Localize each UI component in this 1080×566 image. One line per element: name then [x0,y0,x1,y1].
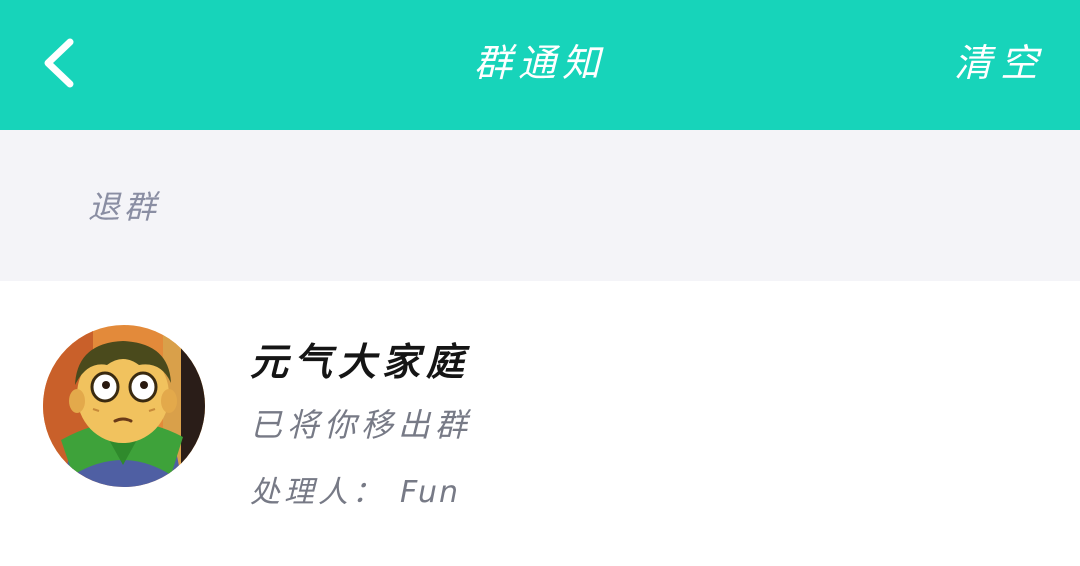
group-name: 元气大家庭 [250,340,471,384]
section-label: 退群 [88,188,161,226]
page-title: 群通知 [473,41,606,85]
chevron-left-icon [44,38,74,88]
back-button[interactable] [30,30,90,94]
avatar-image [43,325,205,487]
section-header [0,130,1080,281]
group-avatar[interactable] [43,325,205,487]
handler-label: 处理人： [250,475,386,510]
clear-button[interactable]: 清空 [954,0,1046,126]
notice-list-item[interactable]: 元气大家庭 已将你移出群 处理人： Fun [0,281,1080,566]
notice-message: 已将你移出群 [250,406,473,444]
top-bar: 群通知 清空 [0,0,1080,130]
handler-name: Fun [400,475,461,510]
handler-info: 处理人： Fun [250,467,460,511]
